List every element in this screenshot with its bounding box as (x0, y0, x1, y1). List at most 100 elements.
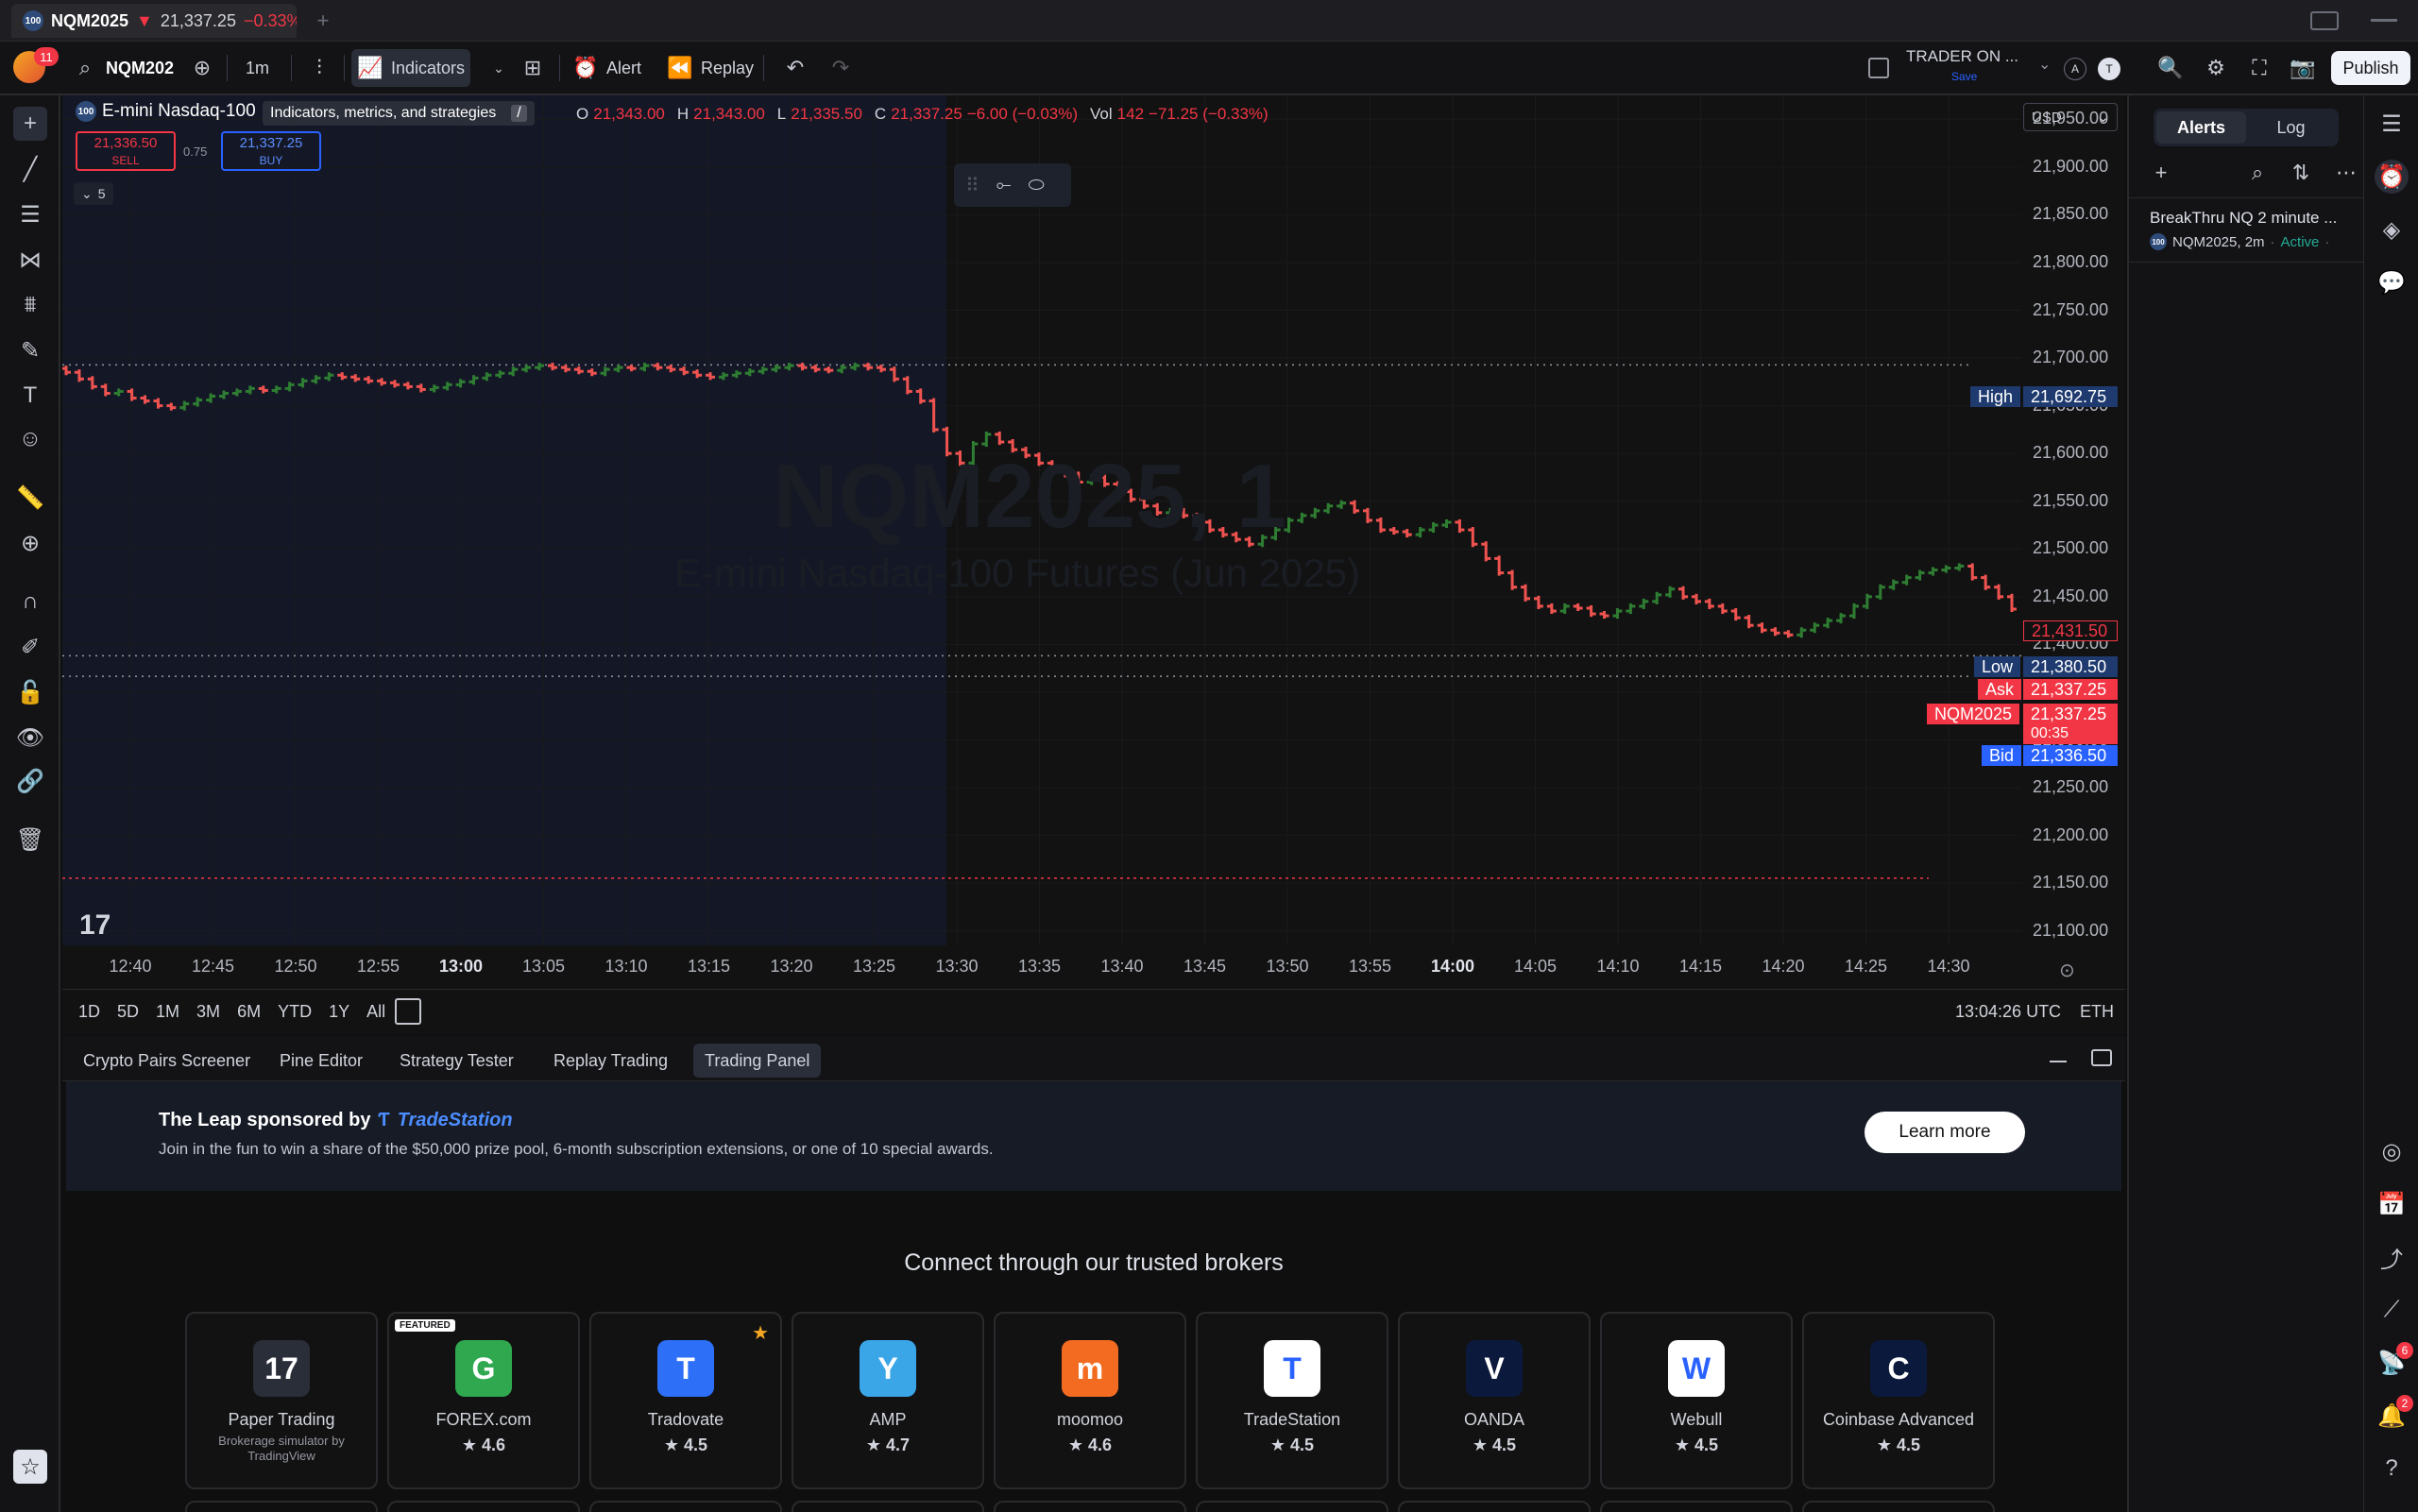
broker-card[interactable]: C Coinbase Advanced ★ 4.5 (1802, 1312, 1995, 1489)
alert-item[interactable]: BreakThru NQ 2 minute ... 100 NQM2025, 2… (2129, 199, 2363, 262)
alerts-clock-icon[interactable]: ⏰ (2375, 160, 2409, 194)
chart-type-button[interactable]: ⫶ (300, 49, 338, 87)
publish-button[interactable]: Publish (2331, 51, 2410, 85)
pine-chart-icon[interactable]: ⟋ (2375, 1293, 2409, 1327)
range-button-1m[interactable]: 1M (149, 996, 186, 1027)
user-a-avatar[interactable]: A (2064, 58, 2086, 80)
minimize-panel-icon[interactable] (2050, 1061, 2067, 1062)
range-button-3m[interactable]: 3M (190, 996, 227, 1027)
fib-retracement-icon[interactable]: ☰ (13, 197, 47, 231)
tab-pine-editor[interactable]: Pine Editor (268, 1044, 374, 1078)
prediction-measurement-icon[interactable]: ⩩ (13, 288, 47, 322)
tab-crypto-pairs-screener[interactable]: Crypto Pairs Screener (72, 1044, 262, 1078)
link-icon[interactable]: 🔗 (13, 764, 47, 798)
broker-card[interactable]: W Webull ★ 4.5 (1600, 1312, 1793, 1489)
emoji-icon[interactable]: ☺ (13, 422, 47, 456)
layout-checkbox-icon[interactable] (1868, 58, 1889, 78)
utc-clock[interactable]: 13:04:26 UTC (1955, 1002, 2061, 1022)
axis-settings-icon[interactable]: ⊙ (2059, 959, 2075, 982)
favorites-star-icon[interactable]: ☆ (13, 1450, 47, 1484)
tab-trading-panel[interactable]: Trading Panel (693, 1044, 822, 1078)
brush-icon[interactable]: ✎ (13, 333, 47, 367)
user-t-avatar[interactable]: T (2098, 58, 2120, 80)
undo-button[interactable]: ↶ (776, 49, 814, 87)
legend-title[interactable]: E-mini Nasdaq-100 (102, 101, 256, 122)
new-tab-plus-icon[interactable]: + (310, 8, 336, 34)
help-question-icon[interactable]: ? (2375, 1452, 2409, 1486)
maximize-panel-icon[interactable] (2091, 1049, 2112, 1066)
replay-button[interactable]: ⏪ Replay (661, 49, 759, 87)
layout-name[interactable]: TRADER ON ... (1906, 47, 2018, 66)
tab-replay-trading[interactable]: Replay Trading (542, 1044, 679, 1078)
lock-drawing-pencil-icon[interactable]: ✐ (13, 630, 47, 664)
indicators-dropdown[interactable]: ⌄ (480, 49, 518, 87)
session-toggle[interactable]: ETH (2080, 1002, 2114, 1022)
floating-drawing-toolbar[interactable]: ⠿ ⟜ ⬭ (954, 163, 1071, 207)
buy-button[interactable]: 21,337.25 BUY (221, 131, 321, 171)
layout-chevron-down-icon[interactable]: ⌄ (2038, 55, 2051, 74)
layout-grid-button[interactable]: ⊞ (514, 49, 552, 87)
chat-icon[interactable]: 💬 (2375, 265, 2409, 299)
broker-card[interactable]: 17 Paper Trading Brokerage simulator by Tr… (185, 1312, 378, 1489)
alert-button[interactable]: ⏰ Alert (567, 49, 647, 87)
tradingview-logo-icon[interactable]: 17 (79, 909, 111, 942)
broker-card[interactable]: FEATURED G FOREX.com ★ 4.6 (387, 1312, 580, 1489)
ideas-stream-icon[interactable]: ⤴ (2375, 1240, 2409, 1274)
sell-button[interactable]: 21,336.50 SELL (76, 131, 176, 171)
settings-button[interactable]: ⚙ (2197, 49, 2235, 87)
broker-card[interactable]: m moomoo ★ 4.6 (994, 1312, 1186, 1489)
range-button-ytd[interactable]: YTD (271, 996, 318, 1027)
indicators-button[interactable]: 📈 Indicators (351, 49, 471, 87)
quick-search-button[interactable]: 🔍 (2152, 49, 2189, 87)
range-button-all[interactable]: All (360, 996, 392, 1027)
range-button-1y[interactable]: 1Y (322, 996, 356, 1027)
more-dots-icon[interactable]: ⋯ (2333, 160, 2359, 186)
interval-button[interactable]: 1m (240, 49, 275, 87)
calendar-goto-icon[interactable] (395, 998, 421, 1025)
add-alert-plus-icon[interactable]: + (2148, 160, 2174, 186)
collapse-indicators-button[interactable]: ⌄ 5 (74, 182, 113, 205)
watchlist-icon[interactable]: ☰ (2375, 107, 2409, 141)
pattern-icon[interactable]: ⋈ (13, 243, 47, 277)
broker-card[interactable]: T TradeStation ★ 4.5 (1196, 1312, 1388, 1489)
tab-log[interactable]: Log (2246, 111, 2336, 144)
calendar-icon[interactable]: 📅 (2375, 1187, 2409, 1221)
chart-pane[interactable]: NQM2025, 1 E-mini Nasdaq-100 Futures (Ju… (62, 95, 2125, 1034)
undo-icon: ↶ (786, 56, 805, 79)
alert-price-label[interactable]: 21,431.50 (2023, 620, 2118, 641)
object-tree-layers-icon[interactable]: ◈ (2375, 212, 2409, 246)
text-icon[interactable]: T (13, 379, 47, 413)
symbol-search[interactable]: ⌕ NQM202 (66, 49, 179, 87)
learn-more-button[interactable]: Learn more (1865, 1112, 2025, 1153)
drag-handle-icon[interactable]: ⠿ (965, 174, 979, 197)
horizontal-line-icon[interactable]: ⟜ (996, 175, 1012, 196)
zoom-in-icon[interactable]: ⊕ (13, 526, 47, 560)
symbol-tab[interactable]: 100 NQM2025 ▼ 21,337.25 −0.33% (11, 4, 297, 38)
broker-card[interactable]: ★ T Tradovate ★ 4.5 (589, 1312, 782, 1489)
range-button-5d[interactable]: 5D (111, 996, 145, 1027)
range-button-1d[interactable]: 1D (72, 996, 107, 1027)
crosshair-icon[interactable]: + (13, 107, 47, 141)
window-layout-icon[interactable] (2310, 11, 2339, 30)
tab-alerts[interactable]: Alerts (2156, 111, 2246, 144)
search-icon[interactable]: ⌕ (2244, 160, 2271, 186)
eye-icon[interactable]: 👁 (13, 721, 47, 755)
tab-strategy-tester[interactable]: Strategy Tester (388, 1044, 525, 1078)
range-button-6m[interactable]: 6M (230, 996, 267, 1027)
fullscreen-button[interactable]: ⛶ (2240, 49, 2278, 87)
broker-card[interactable]: V OANDA ★ 4.5 (1398, 1312, 1591, 1489)
lock-icon[interactable]: 🔓 (13, 675, 47, 709)
trash-icon[interactable]: 🗑 (13, 823, 47, 857)
sort-icon[interactable]: ⇅ (2288, 160, 2314, 186)
trend-line-icon[interactable]: ╱ (13, 152, 47, 186)
broker-card[interactable]: Y AMP ★ 4.7 (792, 1312, 984, 1489)
ellipse-icon[interactable]: ⬭ (1029, 175, 1045, 196)
compare-add-symbol-button[interactable]: ⊕ (183, 49, 221, 87)
favorite-star-icon[interactable]: ★ (752, 1321, 769, 1345)
snapshot-button[interactable]: 📷 (2284, 49, 2322, 87)
signal-target-icon[interactable]: ◎ (2375, 1134, 2409, 1168)
minimize-icon[interactable] (2371, 19, 2397, 22)
redo-button[interactable]: ↷ (822, 49, 860, 87)
ruler-icon[interactable]: 📏 (13, 481, 47, 515)
magnet-icon[interactable]: ∩ (13, 585, 47, 619)
